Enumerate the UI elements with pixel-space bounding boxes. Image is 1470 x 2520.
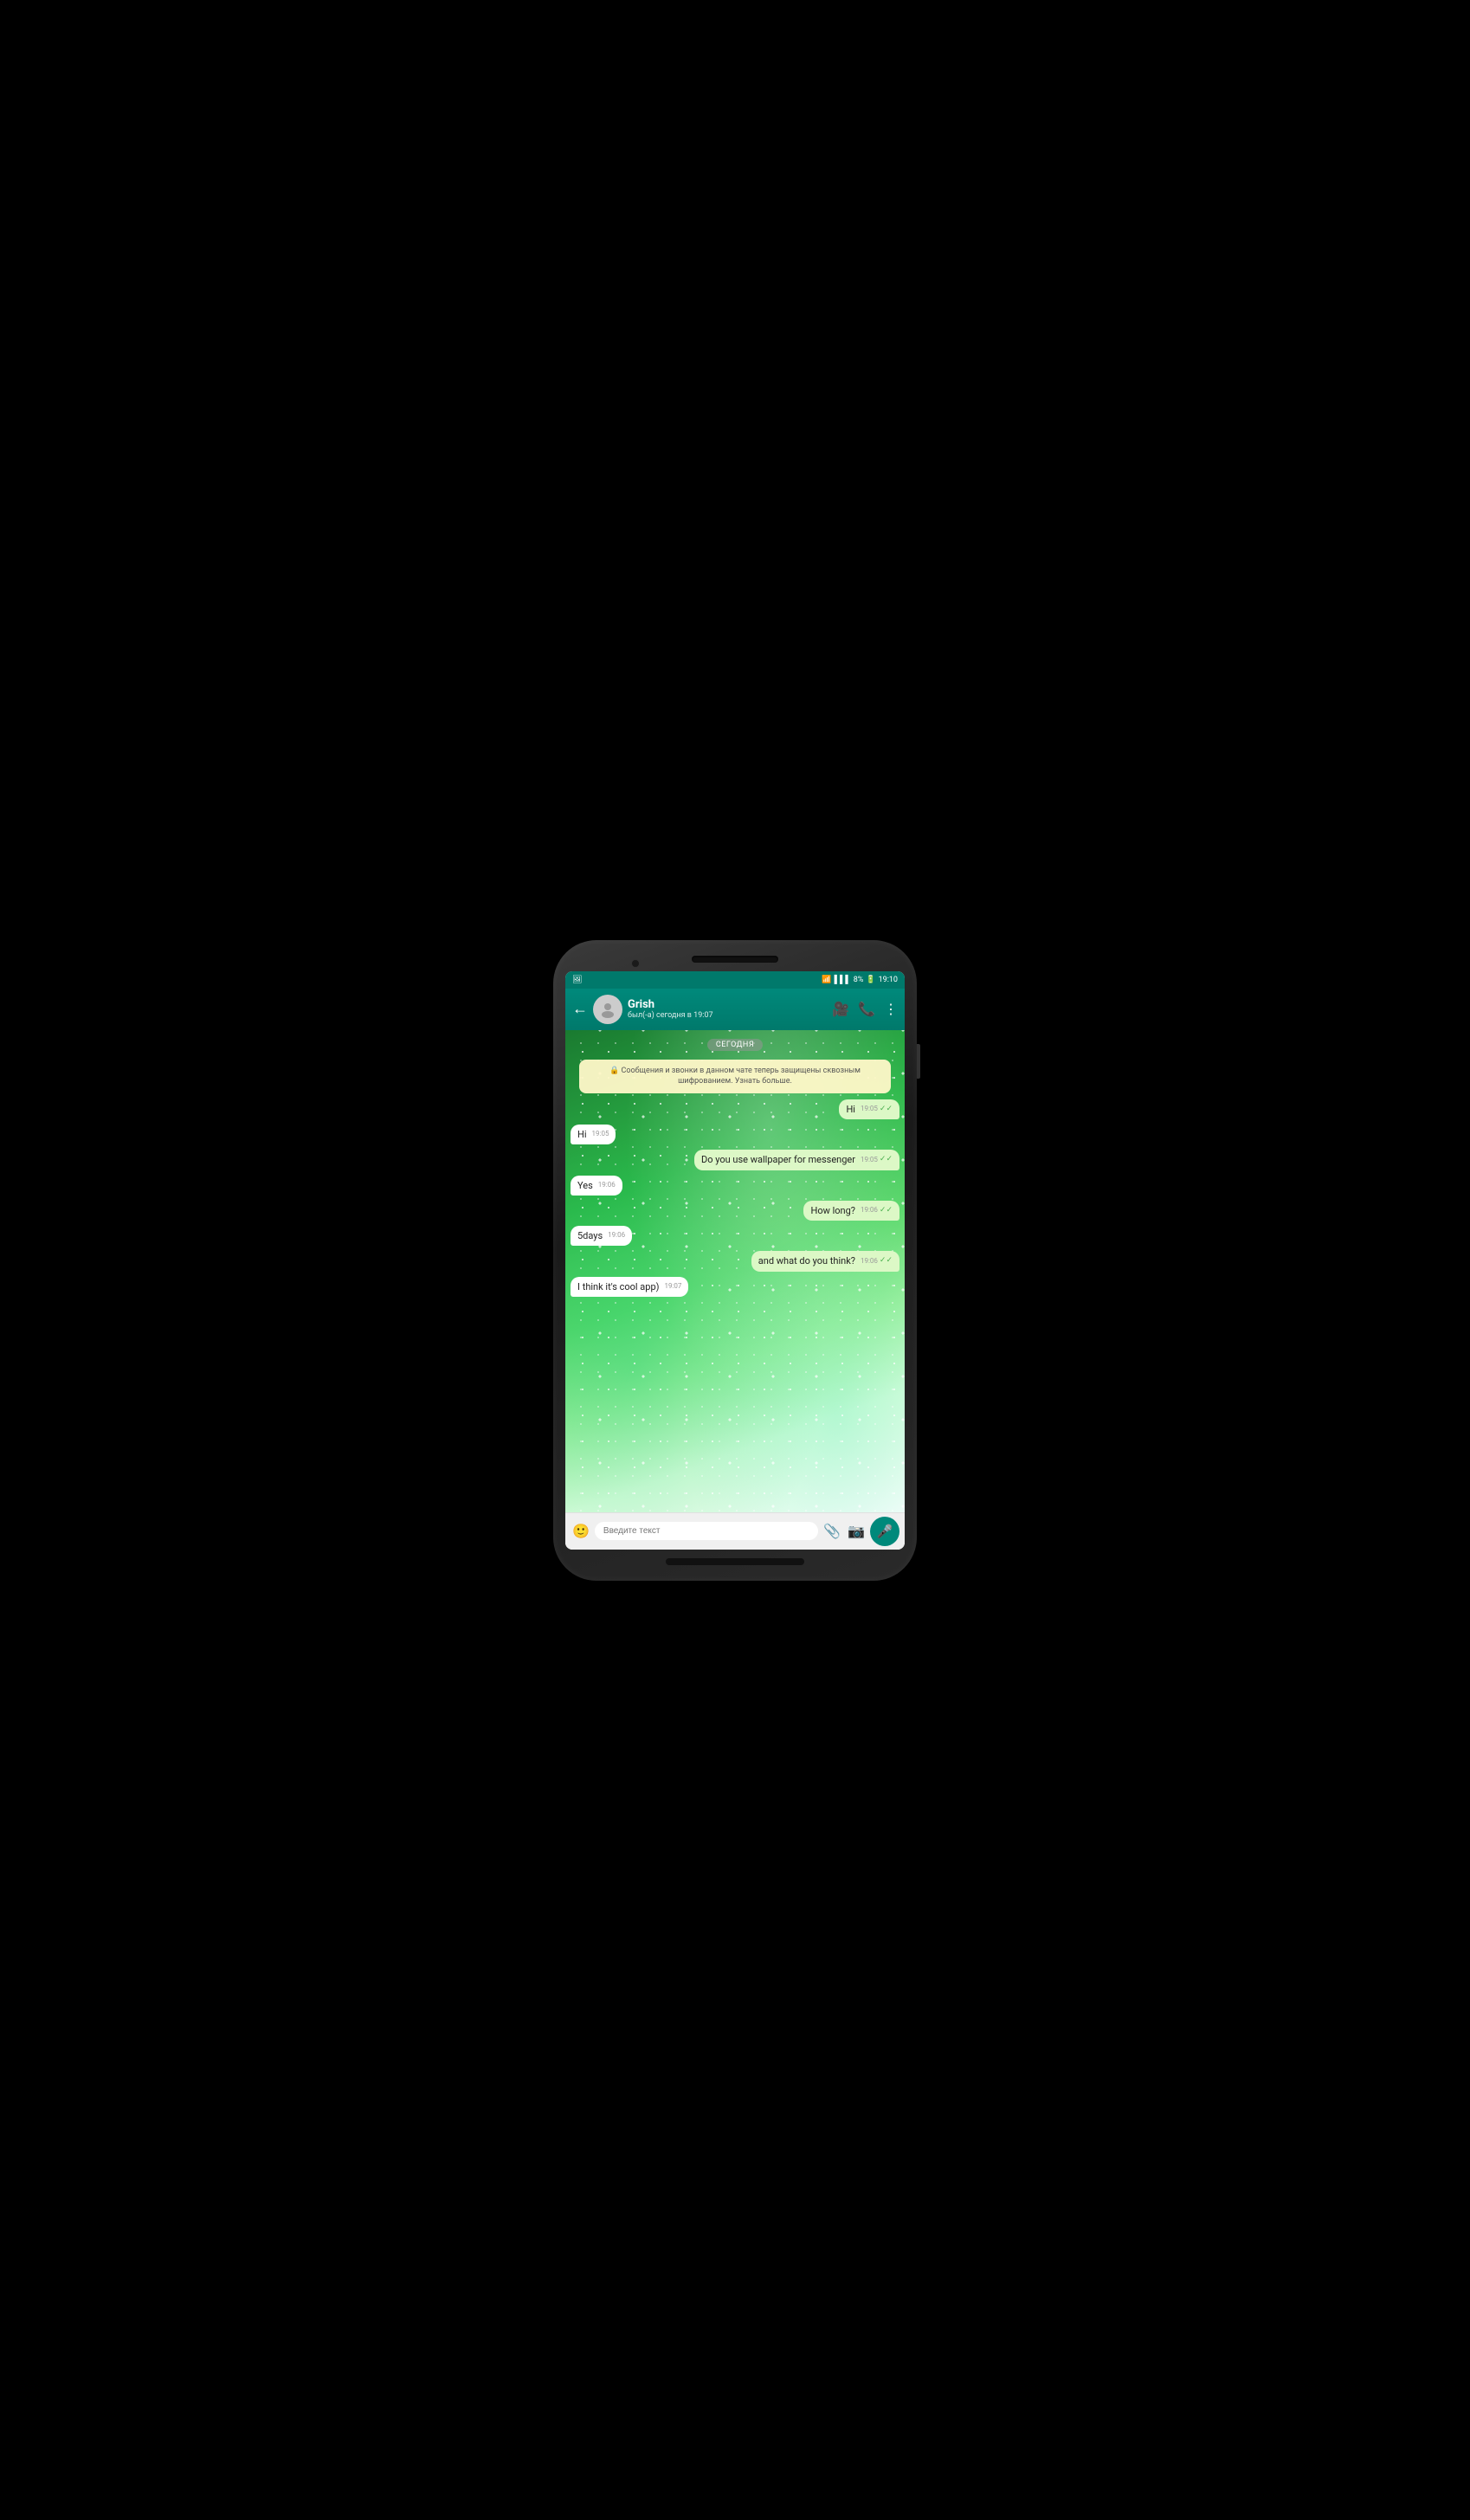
- message-time: 19:05: [592, 1131, 609, 1138]
- phone-device: 🖼 📶 ▌▌▌ 8% 🔋 19:10 ← Grish был(-а) се: [553, 940, 917, 1581]
- message-row: How long? 19:06 ✓✓: [571, 1201, 899, 1221]
- message-time: 19:06: [861, 1207, 878, 1214]
- chat-area: СЕГОДНЯ 🔒 Сообщения и звонки в данном ча…: [565, 1030, 905, 1512]
- phone-camera: [631, 959, 640, 968]
- mic-button[interactable]: 🎤: [870, 1517, 899, 1546]
- message-bubble: How long? 19:06 ✓✓: [803, 1201, 899, 1221]
- message-time: 19:07: [664, 1283, 681, 1290]
- emoji-icon[interactable]: 🙂: [571, 1521, 591, 1541]
- message-input[interactable]: [595, 1522, 818, 1540]
- message-bubble: I think it's cool app) 19:07: [571, 1277, 688, 1297]
- phone-screen: 🖼 📶 ▌▌▌ 8% 🔋 19:10 ← Grish был(-а) се: [565, 971, 905, 1550]
- message-text: Yes: [577, 1180, 593, 1191]
- phone-speaker: [692, 956, 778, 963]
- message-meta: 19:05 ✓✓: [861, 1156, 893, 1163]
- read-receipt: ✓✓: [880, 1156, 893, 1163]
- message-time: 19:06: [608, 1232, 625, 1239]
- mic-icon: 🎤: [877, 1524, 893, 1539]
- message-time: 19:05: [861, 1157, 878, 1163]
- back-button[interactable]: ←: [572, 1000, 588, 1018]
- message-bubble: Do you use wallpaper for messenger 19:05…: [694, 1150, 899, 1170]
- message-text: I think it's cool app): [577, 1281, 659, 1292]
- message-meta: 19:06: [598, 1182, 616, 1189]
- video-call-icon[interactable]: 🎥: [832, 1001, 849, 1017]
- camera-icon[interactable]: 📷: [846, 1521, 867, 1541]
- message-text: and what do you think?: [758, 1255, 855, 1266]
- battery-icon: 🔋: [866, 976, 875, 984]
- status-bar: 🖼 📶 ▌▌▌ 8% 🔋 19:10: [565, 971, 905, 989]
- avatar: [593, 995, 622, 1024]
- top-bar: ← Grish был(-а) сегодня в 19:07 🎥 📞 ⋮: [565, 989, 905, 1030]
- phone-home-bar: [666, 1558, 804, 1565]
- message-meta: 19:06 ✓✓: [861, 1207, 893, 1215]
- message-row: Hi 19:05 ✓✓: [571, 1099, 899, 1119]
- read-receipt: ✓✓: [880, 1207, 893, 1215]
- message-row: and what do you think? 19:06 ✓✓: [571, 1251, 899, 1271]
- message-time: 19:05: [861, 1105, 878, 1112]
- message-text: 5days: [577, 1230, 603, 1241]
- message-bubble: 5days 19:06: [571, 1226, 632, 1246]
- wifi-icon: 📶: [822, 976, 831, 984]
- message-bubble: Hi 19:05: [571, 1125, 616, 1144]
- message-bubble: Yes 19:06: [571, 1176, 622, 1196]
- message-meta: 19:06: [608, 1232, 625, 1239]
- message-row: Do you use wallpaper for messenger 19:05…: [571, 1150, 899, 1170]
- contact-info[interactable]: Grish был(-а) сегодня в 19:07: [628, 998, 827, 1020]
- phone-call-icon[interactable]: 📞: [858, 1001, 875, 1017]
- message-row: Yes 19:06: [571, 1176, 899, 1196]
- security-notice: 🔒 Сообщения и звонки в данном чате тепер…: [579, 1060, 891, 1093]
- notification-icon: 🖼: [572, 976, 582, 984]
- message-row: I think it's cool app) 19:07: [571, 1277, 899, 1297]
- message-meta: 19:05: [592, 1131, 609, 1138]
- message-text: How long?: [810, 1205, 855, 1216]
- read-receipt: ✓✓: [880, 1105, 893, 1113]
- phone-side-button: [917, 1044, 920, 1079]
- message-meta: 19:07: [664, 1283, 681, 1290]
- message-bubble: Hi 19:05 ✓✓: [839, 1099, 899, 1119]
- message-bubble: and what do you think? 19:06 ✓✓: [751, 1251, 899, 1271]
- date-label: СЕГОДНЯ: [707, 1039, 763, 1051]
- contact-status: был(-а) сегодня в 19:07: [628, 1011, 827, 1020]
- message-text: Do you use wallpaper for messenger: [701, 1154, 855, 1165]
- message-meta: 19:05 ✓✓: [861, 1105, 893, 1113]
- message-row: Hi 19:05: [571, 1125, 899, 1144]
- message-row: 5days 19:06: [571, 1226, 899, 1246]
- message-text: Hi: [577, 1129, 587, 1140]
- chat-content: СЕГОДНЯ 🔒 Сообщения и звонки в данном ча…: [565, 1030, 905, 1302]
- clock: 19:10: [879, 976, 898, 984]
- battery-percent: 8%: [854, 976, 864, 984]
- read-receipt: ✓✓: [880, 1257, 893, 1265]
- top-action-icons: 🎥 📞 ⋮: [832, 1001, 898, 1017]
- more-options-icon[interactable]: ⋮: [884, 1001, 898, 1017]
- attach-icon[interactable]: 📎: [822, 1521, 842, 1541]
- message-time: 19:06: [861, 1258, 878, 1265]
- message-time: 19:06: [598, 1182, 616, 1189]
- input-bar: 🙂 📎 📷 🎤: [565, 1512, 905, 1550]
- signal-icon: ▌▌▌: [835, 975, 851, 984]
- message-meta: 19:06 ✓✓: [861, 1257, 893, 1265]
- message-text: Hi: [846, 1104, 855, 1115]
- contact-name: Grish: [628, 998, 827, 1011]
